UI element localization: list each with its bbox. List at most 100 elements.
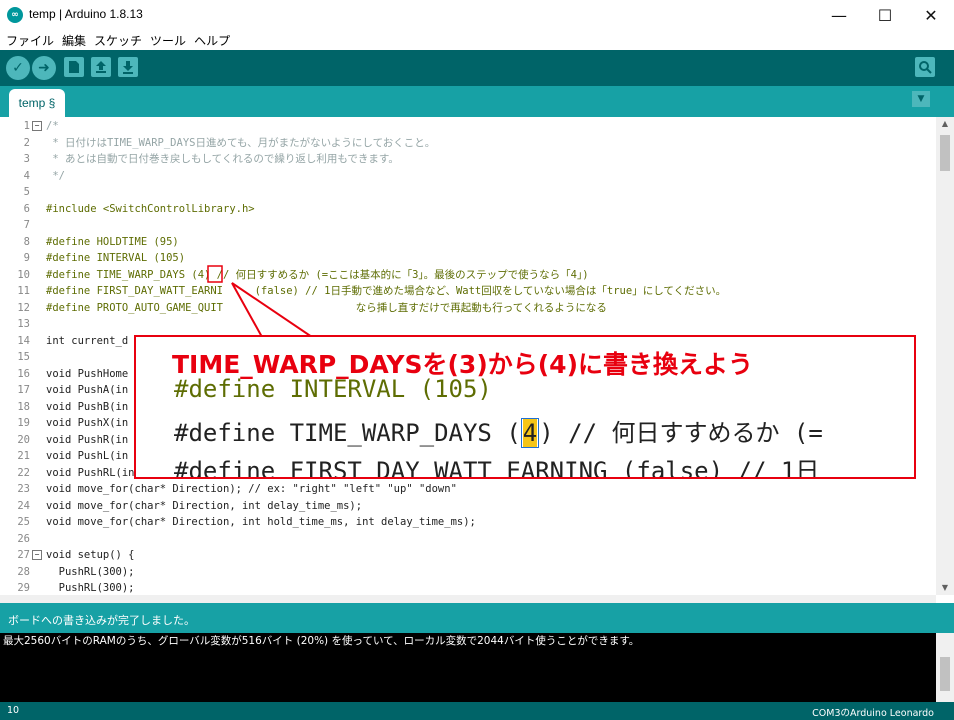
line-number: 21 — [17, 450, 30, 462]
editor-scrollbar[interactable]: ▲ ▼ — [936, 117, 954, 595]
code-line[interactable]: 25 void move_for(char* Direction, int hol… — [0, 514, 936, 530]
code-line[interactable]: 8 #define HOLDTIME (95) — [0, 234, 936, 250]
code-line[interactable]: 27− void setup() { — [0, 547, 936, 563]
code-text: * 日付けはTIME_WARP_DAYS日進めても、月がまたがないようにしておく… — [46, 136, 436, 149]
line-number: 10 — [17, 268, 30, 281]
console-output: 最大2560バイトのRAMのうち、グローバル変数が516バイト (20%) を使… — [0, 633, 936, 702]
line-number: 20 — [17, 433, 30, 446]
code-line[interactable]: 13 — [0, 316, 936, 332]
code-line[interactable]: 29 PushRL(300); — [0, 580, 936, 595]
code-line[interactable]: 11 #define FIRST_DAY_WATT_EARNI (false) /… — [0, 283, 936, 299]
annotation-callout: TIME_WARP_DAYSを(3)から(4)に書き換えよう #define I… — [134, 335, 916, 479]
arduino-logo-icon: ∞ — [7, 7, 23, 23]
editor-horizontal-scrollbar[interactable] — [0, 595, 936, 603]
line-number: 29 — [17, 582, 30, 594]
upload-button[interactable]: ➜ — [32, 56, 56, 80]
code-text: void move_for(char* Direction); // ex: "… — [46, 483, 457, 495]
code-line[interactable]: 2 * 日付けはTIME_WARP_DAYS日進めても、月がまたがないようにして… — [0, 135, 936, 151]
chevron-down-icon: ▼ — [917, 94, 925, 104]
board-info: COM3のArduino Leonardo — [812, 708, 934, 719]
line-number: 13 — [17, 318, 30, 330]
line-number: 18 — [17, 400, 30, 413]
line-number: 23 — [17, 483, 30, 495]
zoom-line-2-post: ) // 何日すすめるか (= — [539, 419, 823, 447]
line-number: 7 — [23, 219, 30, 231]
fold-toggle-icon[interactable]: − — [32, 121, 42, 131]
line-number: 27 — [17, 549, 30, 561]
code-line[interactable]: 6 #include <SwitchControlLibrary.h> — [0, 201, 936, 217]
console-scrollbar[interactable] — [936, 633, 954, 702]
code-line[interactable]: 24 void move_for(char* Direction, int del… — [0, 498, 936, 514]
code-text: void PushX(in — [46, 417, 129, 429]
verify-button[interactable]: ✓ — [6, 56, 30, 80]
serial-monitor-button[interactable] — [915, 57, 935, 77]
window-title: temp | Arduino 1.8.13 — [29, 7, 143, 21]
scrollbar-thumb[interactable] — [940, 135, 950, 171]
menu-help[interactable]: ヘルプ — [194, 32, 230, 49]
minimize-button[interactable]: — — [816, 0, 862, 30]
line-number: 25 — [17, 516, 30, 528]
line-number: 6 — [23, 202, 30, 215]
line-number: 17 — [17, 384, 30, 396]
code-line[interactable]: 10 #define TIME_WARP_DAYS (4) // 何日すすめるか … — [0, 267, 936, 283]
code-text: void PushHome — [46, 367, 129, 380]
code-text: #include <SwitchControlLibrary.h> — [46, 202, 255, 215]
zoom-line-interval: #define INTERVAL (105) — [174, 375, 492, 403]
zoom-line-2-pre: #define TIME_WARP_DAYS ( — [174, 419, 521, 447]
tab-menu-button[interactable]: ▼ — [912, 91, 930, 107]
code-text: PushRL(300); — [46, 582, 135, 594]
code-text: #define PROTO_AUTO_GAME_QUIT なら挿し直すだけで再起… — [46, 301, 607, 314]
code-line[interactable]: 12 #define PROTO_AUTO_GAME_QUIT なら挿し直すだけで… — [0, 300, 936, 316]
menu-file[interactable]: ファイル — [6, 32, 54, 49]
code-text: void PushR(in — [46, 433, 129, 446]
line-number: 5 — [23, 186, 30, 198]
code-text: /* — [46, 120, 59, 132]
console-text: 最大2560バイトのRAMのうち、グローバル変数が516バイト (20%) を使… — [3, 635, 640, 647]
zoom-value-highlight: 4 — [522, 419, 538, 447]
bottom-bar: 10 COM3のArduino Leonardo — [0, 702, 954, 720]
code-line[interactable]: 1−/* — [0, 118, 936, 134]
line-number: 22 — [17, 466, 30, 479]
line-number: 4 — [23, 169, 30, 182]
code-text: #define FIRST_DAY_WATT_EARNI (false) // … — [46, 285, 727, 297]
fold-toggle-icon[interactable]: − — [32, 550, 42, 560]
save-button[interactable] — [118, 57, 138, 77]
code-line[interactable]: 26 — [0, 531, 936, 547]
code-line[interactable]: 4 */ — [0, 168, 936, 184]
code-line[interactable]: 23 void move_for(char* Direction); // ex:… — [0, 481, 936, 497]
code-text: */ — [46, 169, 65, 182]
toolbar: ✓ ➜ — [0, 50, 954, 86]
code-line[interactable]: 5 — [0, 184, 936, 200]
code-line[interactable]: 9 #define INTERVAL (105) — [0, 250, 936, 266]
menu-edit[interactable]: 編集 — [62, 32, 86, 49]
status-bar: ボードへの書き込みが完了しました。 — [0, 603, 954, 633]
line-number: 11 — [17, 285, 30, 297]
line-number: 3 — [23, 153, 30, 165]
menu-tools[interactable]: ツール — [150, 32, 186, 49]
line-number: 28 — [17, 565, 30, 578]
code-line[interactable]: 3 * あとは自動で日付巻き戻しもしてくれるので繰り返し利用もできます。 — [0, 151, 936, 167]
open-icon — [96, 61, 106, 73]
code-line[interactable]: 28 PushRL(300); — [0, 564, 936, 580]
zoom-cursor-box: 4 — [520, 418, 540, 448]
open-button[interactable] — [91, 57, 111, 77]
menu-sketch[interactable]: スケッチ — [94, 32, 142, 49]
code-text: void move_for(char* Direction, int hold_… — [46, 516, 476, 528]
code-line[interactable]: 7 — [0, 217, 936, 233]
code-text: void PushB(in — [46, 400, 129, 413]
serial-monitor-icon — [919, 61, 932, 74]
scroll-down-icon[interactable]: ▼ — [936, 581, 954, 595]
console-scrollbar-thumb[interactable] — [940, 657, 950, 691]
line-number: 2 — [23, 136, 30, 149]
zoom-line-3: #define FIRST_DAY_WATT_EARNING (false) /… — [174, 457, 820, 479]
new-file-icon — [69, 61, 79, 73]
maximize-button[interactable]: ☐ — [862, 0, 908, 30]
code-text: * あとは自動で日付巻き戻しもしてくれるので繰り返し利用もできます。 — [46, 153, 399, 165]
title-bar: ∞ temp | Arduino 1.8.13 — ☐ ✕ — [0, 0, 954, 30]
line-number: 9 — [23, 252, 30, 264]
tab-temp[interactable]: temp § — [9, 89, 65, 117]
zoom-line-first-day: #define FIRST_DAY_WATT_EARNING (false) /… — [174, 451, 820, 479]
new-button[interactable] — [64, 57, 84, 77]
close-button[interactable]: ✕ — [908, 0, 954, 30]
scroll-up-icon[interactable]: ▲ — [936, 117, 954, 131]
